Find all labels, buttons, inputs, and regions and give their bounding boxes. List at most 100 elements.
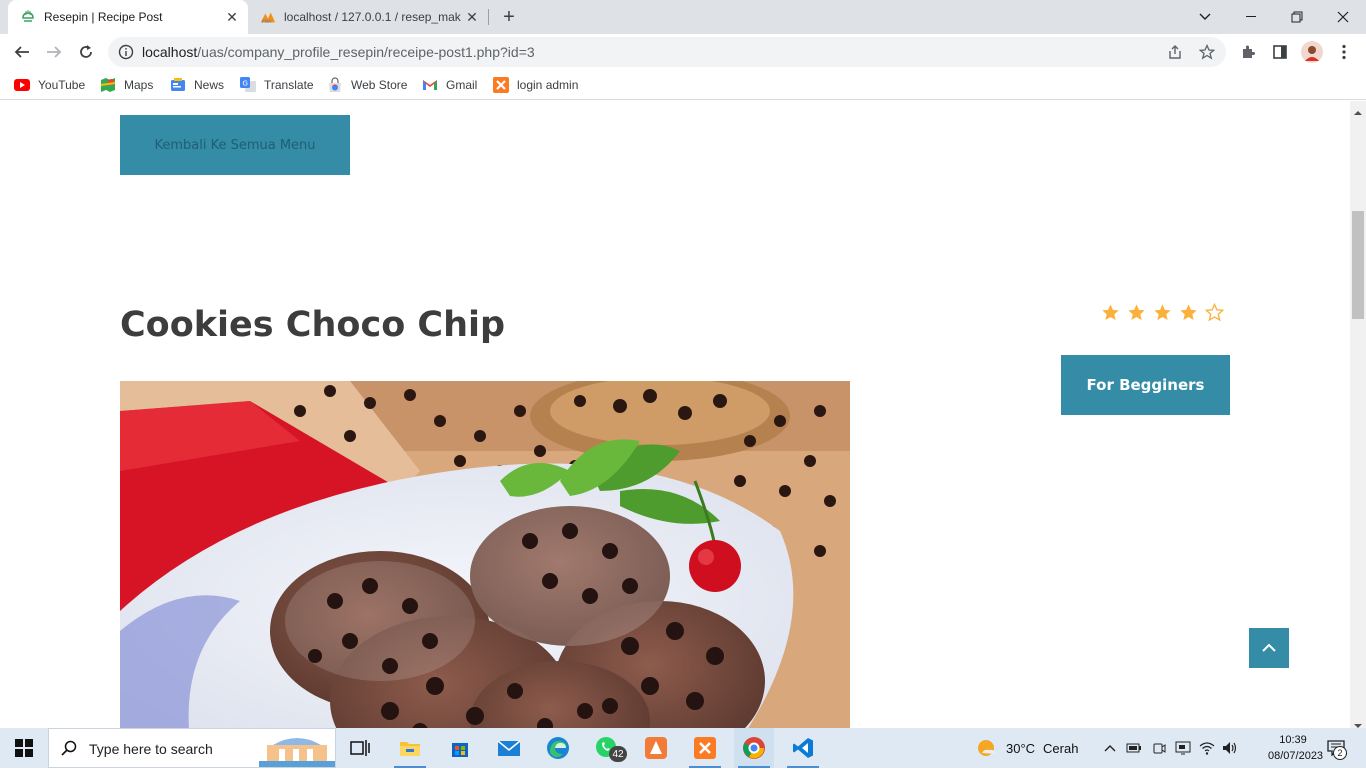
whatsapp-badge: 42 [609,746,627,762]
battery-icon[interactable] [1126,740,1142,756]
mail-icon[interactable] [489,728,529,768]
weather-sunny-icon [978,740,996,756]
menu-kebab-icon[interactable] [1330,38,1358,66]
bookmark-login-admin[interactable]: login admin [493,76,578,94]
resepin-favicon-icon [20,9,36,25]
forward-arrow-icon[interactable] [40,38,68,66]
star-filled-icon [1154,304,1171,321]
share-icon[interactable] [1167,44,1183,65]
difficulty-badge[interactable]: For Begginers [1061,355,1230,415]
chrome-icon[interactable] [734,728,774,768]
profile-avatar[interactable] [1298,38,1326,66]
restore-button[interactable] [1274,0,1320,34]
tab-title: Resepin | Recipe Post [44,10,163,24]
taskbar-clock[interactable]: 10:39 08/07/2023 [1268,732,1324,764]
xampp-icon [493,77,509,93]
star-empty-icon [1205,303,1224,322]
bookmark-label: Translate [264,78,314,92]
tab-divider [488,9,489,25]
close-tab-icon[interactable]: ✕ [222,7,242,27]
windows-logo-icon [15,739,33,757]
star-filled-icon [1128,304,1145,321]
news-icon [170,77,186,93]
bookmark-label: News [194,78,225,92]
app-icon-orange[interactable] [636,728,676,768]
xampp-control-icon[interactable] [685,728,725,768]
search-highlight-icon [259,733,335,772]
tab-phpmyadmin[interactable]: PMA localhost / 127.0.0.1 / resep_mak ✕ [248,0,488,34]
reload-icon[interactable] [72,38,100,66]
wifi-icon[interactable] [1199,740,1215,756]
recipe-title: Cookies Choco Chip [120,305,506,345]
whatsapp-icon[interactable]: 42 [587,728,627,768]
address-bar[interactable]: localhost/uas/company_profile_resepin/re… [108,37,1226,67]
weather-condition: Cerah [1043,740,1079,756]
recipe-photo [120,381,850,728]
vscode-icon[interactable] [783,728,823,768]
svg-text:G: G [243,80,248,88]
page-viewport: Kembali Ke Semua Menu Cookies Choco Chip… [0,101,1350,728]
edge-browser-icon[interactable] [538,728,578,768]
star-filled-icon [1102,304,1119,321]
tab-search-icon[interactable] [1182,0,1228,34]
bookmark-news[interactable]: News [170,76,224,94]
task-view-icon[interactable] [340,728,380,768]
notification-count: 2 [1333,746,1347,760]
youtube-icon [14,77,30,93]
bookmark-maps[interactable]: Maps [100,76,153,94]
bookmark-label: Maps [124,78,154,92]
bookmark-label: Gmail [446,78,478,92]
show-hidden-icons-chevron-icon[interactable] [1102,740,1118,756]
url-text: localhost/uas/company_profile_resepin/re… [142,44,535,60]
webstore-icon [327,77,343,93]
bookmark-label: login admin [517,78,579,92]
volume-icon[interactable] [1222,740,1238,756]
tab-strip: Resepin | Recipe Post ✕ PMA localhost / … [0,0,1366,34]
minimize-button[interactable] [1228,0,1274,34]
bookmark-star-icon[interactable] [1198,43,1216,65]
svg-text:PMA: PMA [262,19,272,25]
scroll-up-arrow-icon[interactable] [1354,103,1362,121]
bookmark-translate[interactable]: G Translate [240,76,314,94]
bookmarks-bar: YouTube Maps News G Translate Web Store … [0,70,1366,100]
new-tab-button[interactable]: + [498,6,520,28]
bookmark-webstore[interactable]: Web Store [327,76,407,94]
file-explorer-icon[interactable] [390,728,430,768]
scroll-to-top-button[interactable] [1249,628,1289,668]
notifications-icon[interactable]: 2 [1326,740,1347,760]
weather-widget[interactable]: 30°C Cerah [976,728,1078,768]
bookmark-youtube[interactable]: YouTube [14,76,85,94]
windows-taskbar: Type here to search 42 30°C Cerah 10:39 … [0,728,1366,768]
close-tab-icon[interactable]: ✕ [462,7,482,27]
extensions-icon[interactable] [1234,38,1262,66]
display-icon[interactable] [1175,740,1191,756]
microsoft-store-icon[interactable] [440,728,480,768]
url-path: /uas/company_profile_resepin/receipe-pos… [197,44,535,60]
tab-title: localhost / 127.0.0.1 / resep_mak [284,10,461,24]
tab-recipe-post[interactable]: Resepin | Recipe Post ✕ [8,0,248,34]
search-placeholder: Type here to search [89,741,213,757]
maps-icon [100,77,116,93]
back-arrow-icon[interactable] [8,38,36,66]
bookmark-gmail[interactable]: Gmail [422,76,477,94]
gmail-icon [422,77,438,93]
browser-toolbar: localhost/uas/company_profile_resepin/re… [0,34,1366,70]
taskbar-search-box[interactable]: Type here to search [48,728,336,768]
recipe-rating [1101,303,1224,322]
meet-now-icon[interactable] [1151,740,1167,756]
clock-time: 10:39 [1279,734,1307,746]
close-window-button[interactable] [1320,0,1366,34]
back-to-menu-button[interactable]: Kembali Ke Semua Menu [120,115,350,175]
page-scrollbar[interactable] [1350,101,1366,728]
search-icon [61,740,77,761]
phpmyadmin-favicon-icon: PMA [260,9,276,25]
windows-start-button[interactable] [0,728,48,768]
side-panel-icon[interactable] [1266,38,1294,66]
translate-icon: G [240,77,256,93]
url-host: localhost [142,44,198,60]
scroll-thumb[interactable] [1352,211,1364,319]
weather-temperature: 30°C [1006,740,1036,756]
site-info-icon[interactable] [118,44,134,65]
bookmark-label: YouTube [38,78,86,92]
clock-date: 08/07/2023 [1268,750,1324,762]
